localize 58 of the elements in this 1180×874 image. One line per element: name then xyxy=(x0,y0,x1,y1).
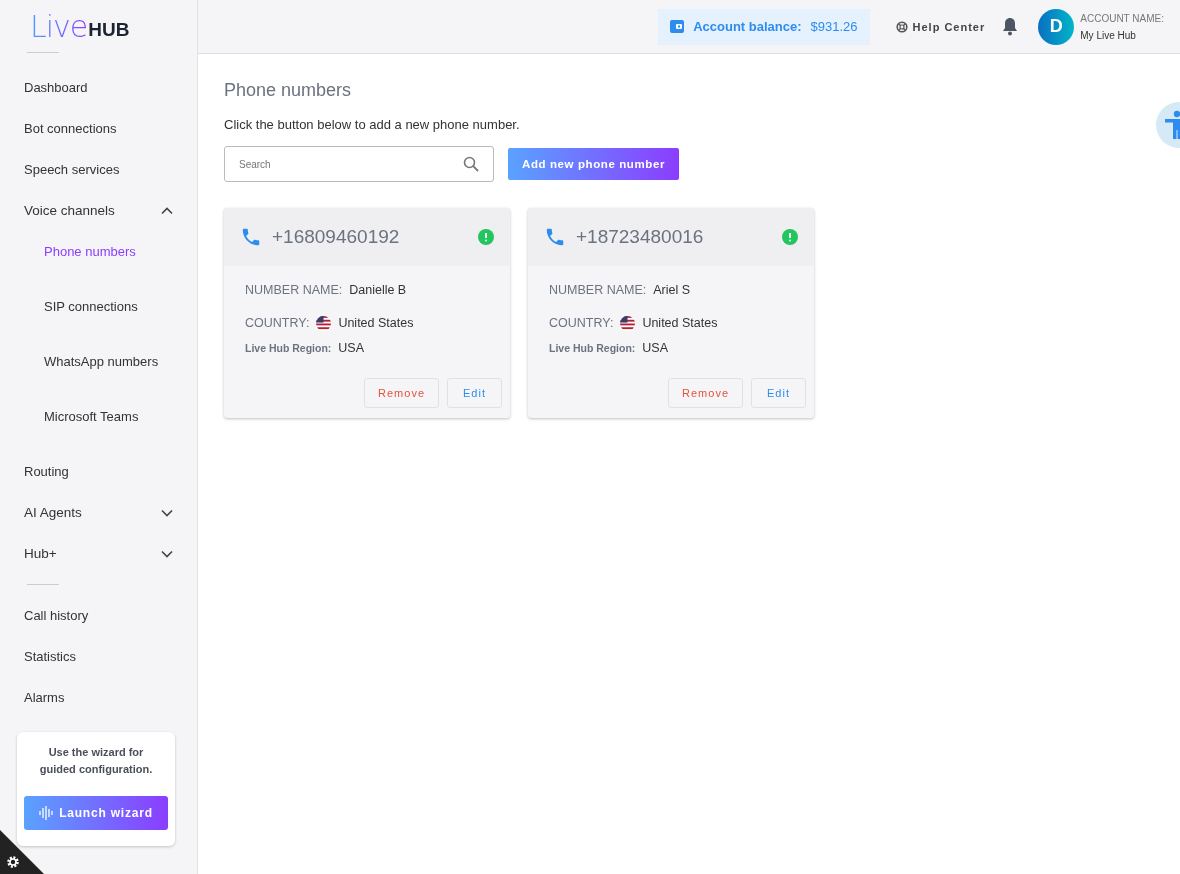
help-center-link[interactable]: Help Center xyxy=(895,20,986,33)
field-value: USA xyxy=(338,341,365,355)
remove-button[interactable]: Remove xyxy=(364,378,440,408)
account-label: ACCOUNT NAME: xyxy=(1080,12,1164,24)
sound-wave-icon xyxy=(39,805,54,821)
flag-icon xyxy=(620,315,636,331)
phone-icon xyxy=(240,226,262,248)
account-name: My Live Hub xyxy=(1080,29,1137,41)
field-value: Danielle B xyxy=(349,283,407,297)
avatar[interactable]: D xyxy=(1038,8,1075,45)
field-value: United States xyxy=(338,316,414,330)
wallet-icon xyxy=(670,20,685,33)
chevron-icon xyxy=(161,206,173,215)
field-label: COUNTRY: xyxy=(549,316,614,330)
status-indicator-icon xyxy=(478,229,494,245)
phone-number: +18723480016 xyxy=(576,226,705,248)
field-label: NUMBER NAME: xyxy=(245,283,343,297)
sidebar-subitem[interactable]: Phone numbers xyxy=(0,231,197,272)
sidebar-subitem[interactable]: WhatsApp numbers xyxy=(0,341,197,382)
field-label: Live Hub Region: xyxy=(245,342,332,354)
field-label: Live Hub Region: xyxy=(549,342,636,354)
sidebar-item[interactable]: Dashboard xyxy=(0,67,197,108)
sidebar-item[interactable]: Call history xyxy=(0,595,197,636)
sidebar-item[interactable]: Statistics xyxy=(0,636,197,677)
page-title: Phone numbers xyxy=(224,80,353,101)
phone-number: +16809460192 xyxy=(272,226,401,248)
settings-icon xyxy=(6,855,20,869)
search-icon xyxy=(463,156,479,172)
chevron-icon xyxy=(161,549,173,558)
field-value: United States xyxy=(642,316,718,330)
notification-bell-icon[interactable] xyxy=(1001,16,1020,37)
flag-icon xyxy=(316,315,332,331)
sidebar-subitem[interactable]: Microsoft Teams xyxy=(0,396,197,437)
sidebar-item[interactable]: Alarms xyxy=(0,677,197,718)
sidebar-group[interactable]: AI Agents xyxy=(0,492,197,533)
chevron-icon xyxy=(161,508,173,517)
field-label: NUMBER NAME: xyxy=(549,283,647,297)
search-field[interactable]: Search xyxy=(224,146,494,182)
balance-label: Account balance: xyxy=(693,19,802,34)
sidebar-subitem[interactable]: SIP connections xyxy=(0,286,197,327)
phone-icon xyxy=(544,226,566,248)
page-subtitle: Click the button below to add a new phone number. xyxy=(224,117,521,132)
sidebar-group[interactable]: Hub+ xyxy=(0,533,197,574)
field-value: USA xyxy=(642,341,669,355)
launch-wizard-button[interactable]: Launch wizard xyxy=(24,796,168,830)
sidebar-group[interactable]: Voice channels xyxy=(0,190,197,231)
sidebar-item[interactable]: Speech services xyxy=(0,149,197,190)
remove-button[interactable]: Remove xyxy=(668,378,744,408)
field-value: Ariel S xyxy=(653,283,691,297)
wizard-text: Use the wizard for guided configuration. xyxy=(38,745,154,777)
search-input[interactable]: Search xyxy=(237,157,463,171)
balance-value: $931.26 xyxy=(810,19,858,34)
status-indicator-icon xyxy=(782,229,798,245)
add-phone-number-button[interactable]: Add new phone number xyxy=(508,148,679,180)
lifebuoy-icon xyxy=(895,20,908,33)
sidebar-item[interactable]: Routing xyxy=(0,451,197,492)
sidebar-item[interactable]: Bot connections xyxy=(0,108,197,149)
field-label: COUNTRY: xyxy=(245,316,310,330)
